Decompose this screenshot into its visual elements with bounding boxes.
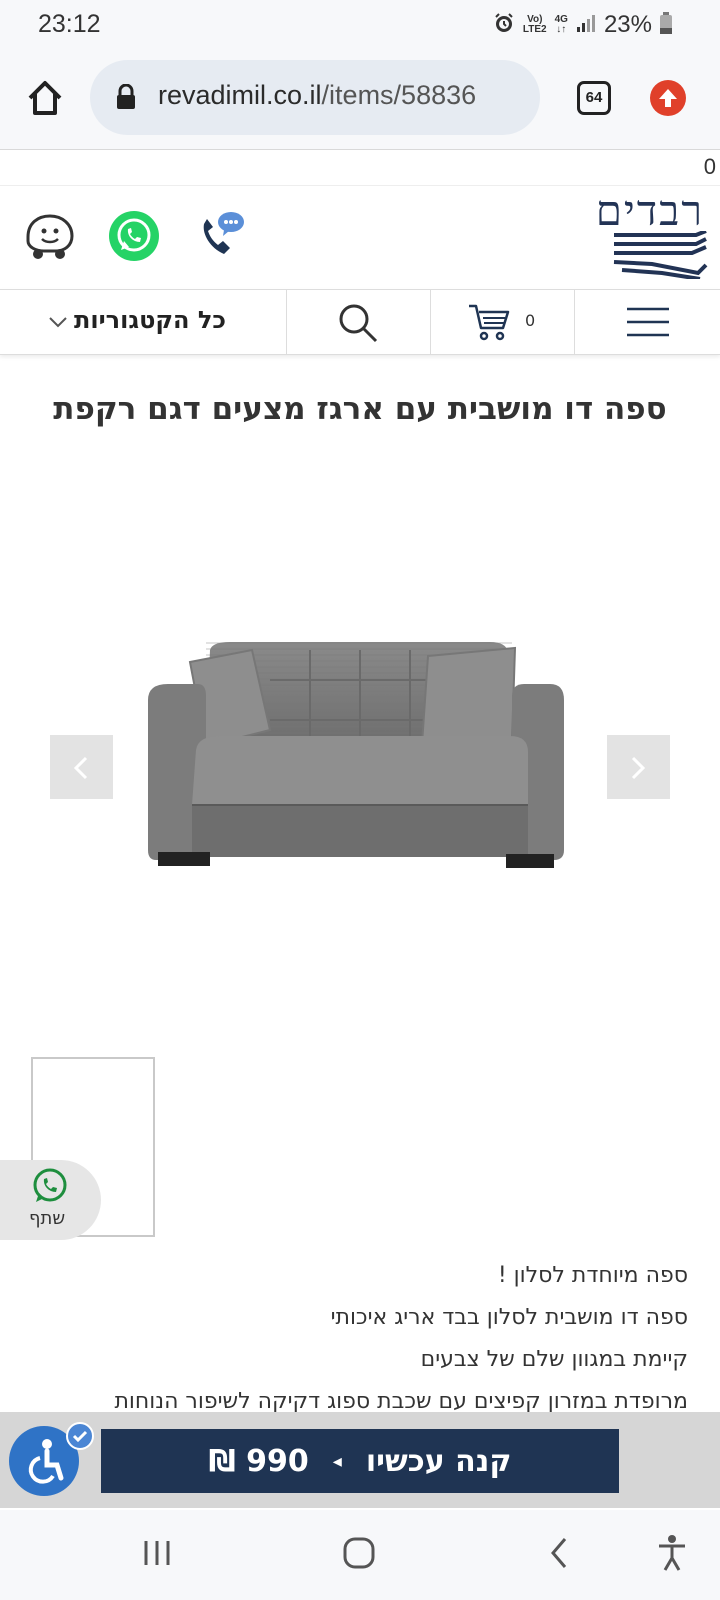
search-button[interactable] (287, 290, 431, 354)
tab-switcher-button[interactable]: 64 (577, 81, 611, 115)
slider-next-button[interactable] (607, 735, 670, 799)
product-description: ספה מיוחדת לסלון ! ספה דו מושבית לסלון ב… (8, 1255, 688, 1423)
product-title: ספה דו מושבית עם ארגז מצעים דגם רקפת (53, 391, 667, 427)
slider-prev-button[interactable] (50, 735, 113, 799)
phone-chat-icon[interactable] (196, 210, 246, 264)
search-icon (337, 302, 379, 348)
volte-indicator: Vo) LTE2 (523, 15, 547, 35)
categories-label: כל הקטגוריות (73, 306, 226, 334)
currency-symbol: ₪ (208, 1443, 236, 1479)
volte-bottom: LTE2 (522, 24, 547, 35)
cart-count: 0 (525, 311, 536, 330)
chevron-right-icon (629, 755, 647, 785)
site-header: רבדים (0, 185, 720, 288)
battery-percentage: 23% (603, 11, 652, 38)
home-nav-icon[interactable] (342, 1536, 376, 1574)
share-label: שתף (29, 1208, 66, 1229)
data-arrows-icon: ↓↑ (556, 24, 567, 35)
accessibility-shortcut-icon[interactable] (656, 1534, 688, 1576)
logo-layers-icon (612, 229, 708, 283)
cart-icon (467, 302, 511, 346)
chevron-down-icon (48, 314, 68, 333)
back-icon[interactable] (548, 1536, 570, 1574)
product-image[interactable] (140, 640, 580, 894)
buy-bar: קנה עכשיו ◂ 990 ₪ (0, 1412, 720, 1508)
address-bar[interactable]: revadimil.co.il/items/58836 (90, 60, 540, 135)
browser-update-button[interactable] (650, 80, 686, 116)
site-logo[interactable]: רבדים (596, 186, 704, 236)
hamburger-menu-icon (626, 306, 670, 342)
url-domain: revadimil.co.il (158, 80, 322, 110)
waze-icon[interactable] (22, 213, 76, 265)
menu-button[interactable] (575, 290, 720, 354)
header-cart-counter: 0 (703, 154, 716, 179)
description-line: ספה מיוחדת לסלון ! (497, 1263, 688, 1288)
price: 990 ₪ (209, 1444, 309, 1479)
browser-toolbar: revadimil.co.il/items/58836 64 (0, 50, 720, 150)
whatsapp-share-icon (30, 1166, 70, 1210)
data-indicator: 4G ↓↑ (555, 15, 568, 35)
caret-icon: ◂ (332, 1450, 342, 1472)
site-nav-bar: כל הקטגוריות 0 (0, 289, 720, 355)
url-text[interactable]: revadimil.co.il/items/58836 (158, 80, 476, 111)
accessibility-check-icon (66, 1422, 94, 1450)
signal-icon (576, 13, 596, 38)
android-navigation-bar (0, 1510, 720, 1600)
recent-apps-icon[interactable] (142, 1538, 172, 1572)
home-icon[interactable] (25, 78, 65, 122)
status-bar: 23:12 Vo) LTE2 4G ↓↑ 23% (0, 0, 720, 50)
cart-button[interactable]: 0 (431, 290, 575, 354)
battery-icon (660, 11, 672, 39)
buy-now-button[interactable]: קנה עכשיו ◂ 990 ₪ (101, 1429, 619, 1493)
lock-icon (116, 83, 136, 114)
logo-wordmark: רבדים (595, 186, 704, 235)
alarm-icon (493, 12, 515, 39)
chevron-left-icon (72, 755, 90, 785)
buy-now-label: קנה עכשיו (365, 1443, 512, 1479)
categories-dropdown[interactable]: כל הקטגוריות (0, 290, 287, 354)
status-time: 23:12 (38, 10, 101, 38)
description-line: קיימת במגוון שלם של צבעים (420, 1347, 688, 1372)
whatsapp-icon[interactable] (108, 210, 160, 266)
status-icons: Vo) LTE2 4G ↓↑ 23% (493, 10, 672, 40)
description-line: ספה דו מושבית לסלון בבד אריג איכותי (330, 1305, 688, 1330)
accessibility-icon (25, 1438, 65, 1488)
share-whatsapp-tab[interactable]: שתף (0, 1160, 101, 1240)
url-path: /items/58836 (321, 80, 477, 110)
price-value: 990 (246, 1443, 309, 1479)
